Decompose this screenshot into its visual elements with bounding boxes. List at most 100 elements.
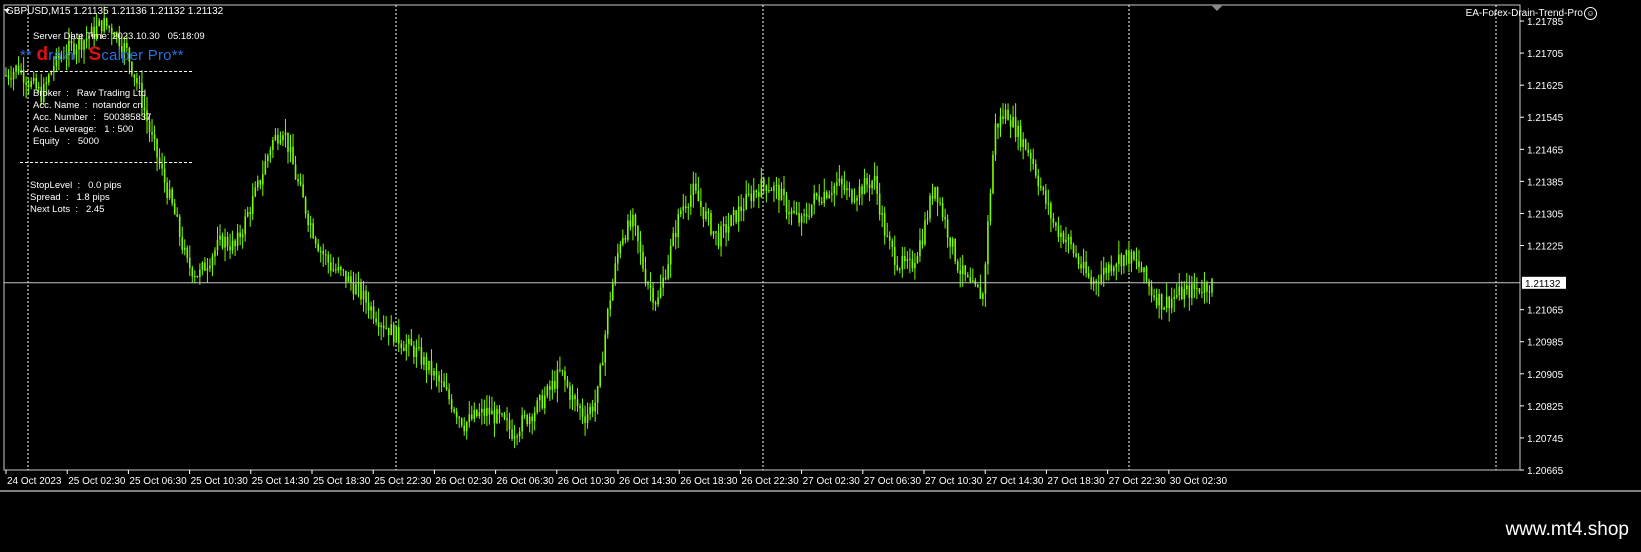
candle-body [455,411,458,418]
candle-body [1153,295,1155,298]
candle-body [1042,187,1045,191]
candle-body [1150,286,1153,296]
time-tick-label: 27 Oct 14:30 [986,476,1044,487]
candle-body [133,74,136,78]
candle-body [554,381,556,389]
candle-body [992,154,994,194]
chart-canvas[interactable]: 1.217851.217051.216251.215451.214651.213… [0,0,1641,547]
candle-body [269,149,272,156]
expert-smiley-icon[interactable]: ☺ [1584,7,1597,20]
candle-body [1052,218,1055,223]
candle-body [702,207,705,220]
candle-body [1102,267,1105,275]
candle-body [45,82,48,85]
candle-body [536,400,539,413]
candle-body [1193,283,1196,289]
candle-body [178,216,181,237]
candle-body [679,210,682,215]
candle-body [755,190,758,193]
candle-body [556,369,559,389]
candle-body [954,238,956,262]
price-tick-label: 1.21545 [1527,113,1564,124]
candle-body [639,241,642,252]
candle-body [307,213,309,226]
candle-body [823,192,826,203]
watermark: www.mt4.shop [1505,519,1629,540]
brand-rain: rain [48,47,75,64]
candle-body [1070,236,1072,245]
candle-body [287,132,289,152]
candle-body [463,425,466,432]
candle-body [1173,296,1176,299]
candle-body [878,193,881,215]
candle-body [758,192,760,197]
candle-body [674,233,677,238]
candle-body [1158,293,1160,306]
candle-body [740,206,742,211]
candle-body [279,140,282,144]
stop-level-line: StopLevel : 0.0 pips [30,180,122,191]
candle-body [951,238,954,247]
candle-body [526,415,528,425]
candle-body [234,240,236,246]
candle-body [506,418,508,421]
candle-body [750,193,753,202]
candle-body [1118,254,1120,265]
time-tick-label: 26 Oct 14:30 [619,476,677,487]
candle-body [763,179,765,186]
spread-line: Spread : 1.8 pips [30,192,110,203]
candle-body [513,436,516,439]
candle-body [737,206,740,222]
candle-body [1208,291,1211,293]
candle-body [1203,283,1206,293]
candle-body [400,343,403,348]
price-tick-label: 1.21065 [1527,306,1564,317]
ea-name-label: EA-Forex-Drain-Trend-Pro [1465,8,1583,19]
next-lots-line: Next Lots : 2.45 [30,204,105,215]
candle-body [634,214,637,226]
candle-body [108,25,111,28]
candle-body [390,324,393,336]
price-tick-label: 1.21705 [1527,49,1564,60]
acc-number-line: Acc. Number : 500385837 [33,112,152,123]
candle-body [181,236,184,250]
candle-body [408,338,410,345]
brand-tail: ** [171,47,184,64]
candle-body [440,381,443,383]
candle-body [516,436,518,438]
candle-body [216,239,219,251]
candle-body [503,413,506,419]
candle-body [803,214,805,216]
candle-body [795,212,798,214]
candle-body [1201,291,1203,293]
brand-stars: ** [20,47,33,64]
server-time: Server Date Time: 2023.10.30 05:18:09 [33,31,205,42]
brand-d: d [36,44,49,65]
candle-body [1170,298,1173,309]
candle-body [1183,289,1186,300]
candle-body [770,190,773,192]
candle-body [1029,152,1032,159]
brand-s: S [88,44,102,65]
chart-window[interactable]: 1.21785 1.21705 1.21625 1.21545 1.21465 1.213… [0,0,1641,547]
candle-body [858,186,861,198]
candle-body [292,146,294,165]
candle-body [1055,222,1057,227]
candle-body [617,253,619,264]
candle-body [717,232,720,247]
candle-body [561,370,564,372]
candle-body [468,414,471,423]
candle-body [898,269,901,271]
candle-body [579,406,581,409]
candle-body [486,407,488,416]
candle-body [272,139,274,150]
candle-body [1186,285,1188,290]
candle-body [405,344,408,351]
candle-body [1155,297,1158,306]
candle-body [1115,264,1118,268]
candle-body [1014,116,1017,138]
candle-body [518,431,521,437]
candle-body [591,406,594,412]
candle-body [1027,149,1030,153]
candle-body [27,84,30,87]
